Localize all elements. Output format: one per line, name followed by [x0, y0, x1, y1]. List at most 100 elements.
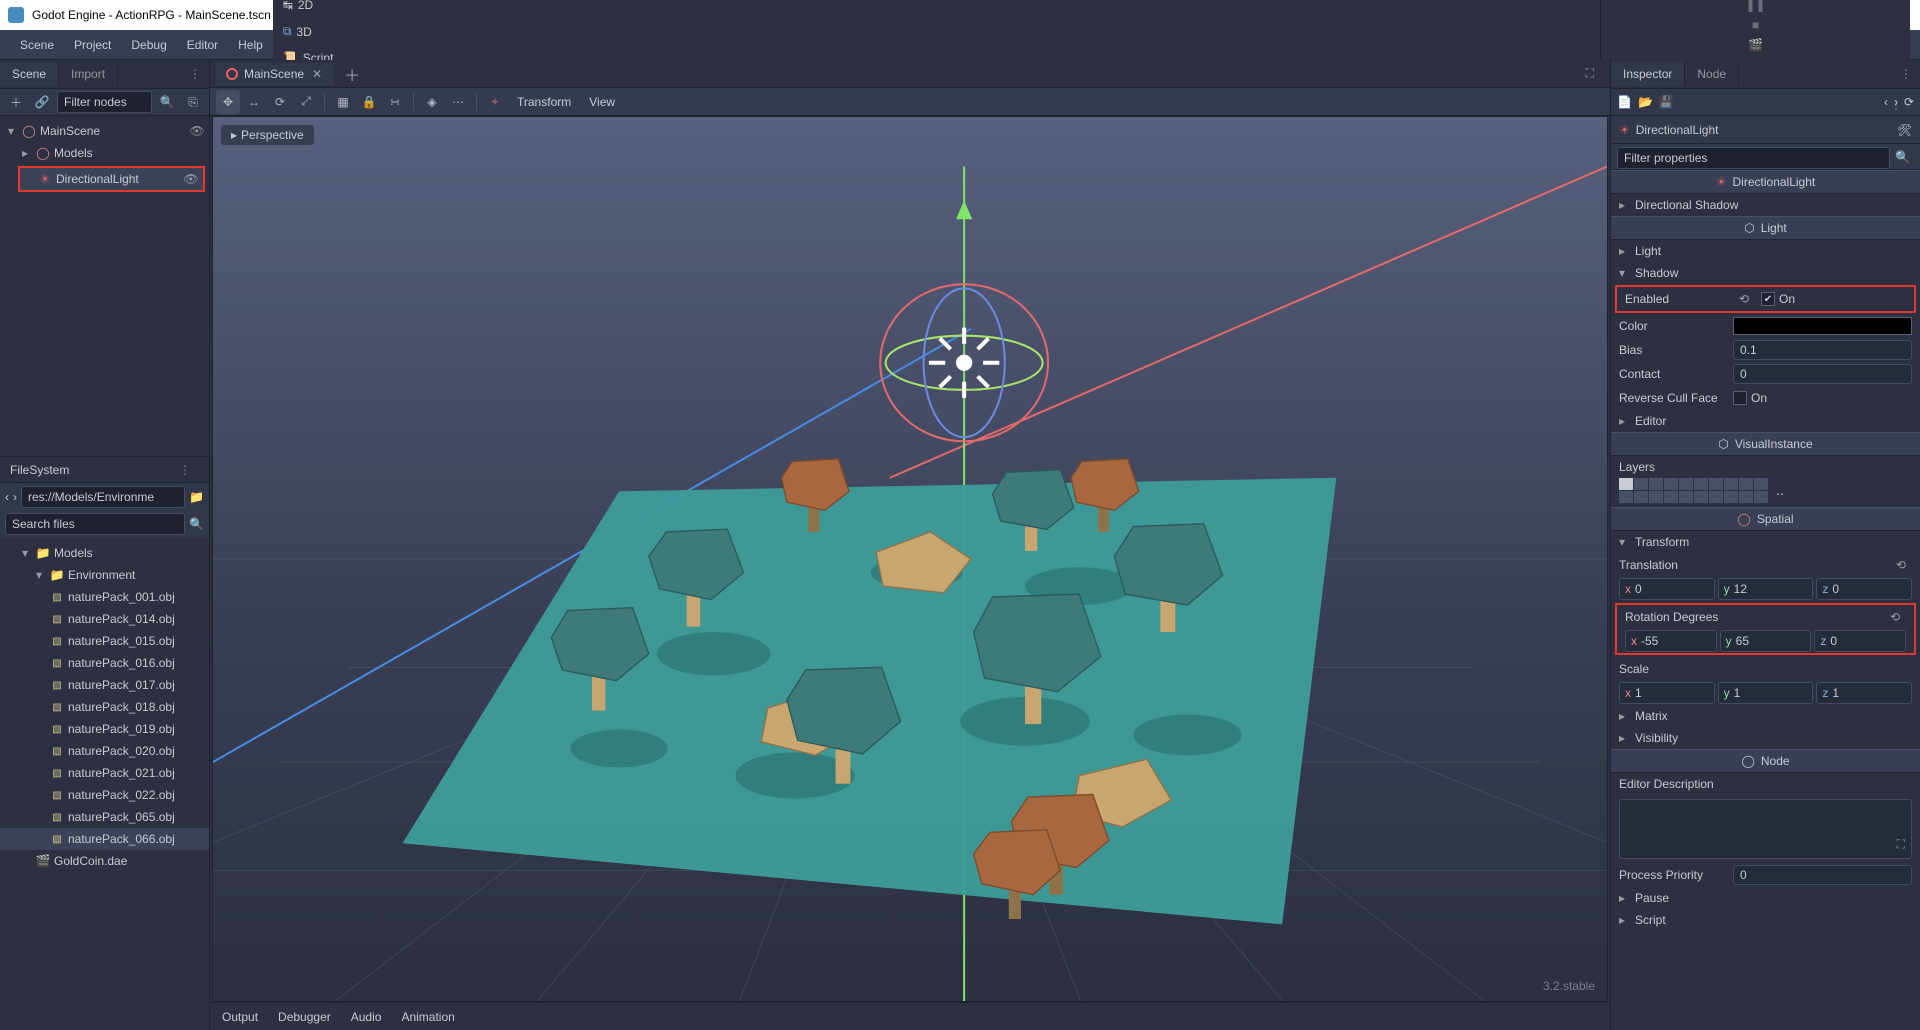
play-scene-button[interactable]: 🎬 [1746, 38, 1766, 52]
camera-preview-button[interactable]: ✦ [483, 90, 507, 114]
add-scene-tab-button[interactable]: ＋ [334, 62, 370, 86]
tab-node[interactable]: Node [1685, 62, 1739, 86]
rotation-y-input[interactable]: y65 [1720, 630, 1812, 652]
fs-file-row[interactable]: naturePack_019.obj [0, 718, 209, 740]
fs-file-row[interactable]: naturePack_020.obj [0, 740, 209, 762]
visibility-icon[interactable]: 👁 [189, 124, 205, 138]
color-swatch[interactable] [1733, 317, 1912, 335]
layers-more-icon[interactable]: ‥ [1776, 484, 1784, 498]
contact-input[interactable]: 0 [1733, 364, 1912, 384]
instance-scene-button[interactable]: 🔗 [31, 91, 53, 113]
inspector-filter-input[interactable]: Filter properties [1617, 147, 1890, 169]
editor-3d-button[interactable]: ⧉ 3D [273, 20, 1600, 43]
view-menu[interactable]: View [581, 95, 623, 109]
bottom-animation-tab[interactable]: Animation [401, 1010, 454, 1024]
menu-debug[interactable]: Debug [121, 34, 176, 56]
category-shadow[interactable]: ▾Shadow [1611, 262, 1920, 284]
visibility-icon[interactable]: 👁 [183, 172, 199, 186]
fs-file-row[interactable]: naturePack_017.obj [0, 674, 209, 696]
menu-scene[interactable]: Scene [10, 34, 64, 56]
tab-inspector[interactable]: Inspector [1611, 62, 1685, 86]
fs-file-row[interactable]: naturePack_016.obj [0, 652, 209, 674]
process-priority-input[interactable]: 0 [1733, 865, 1912, 885]
menu-editor[interactable]: Editor [177, 34, 228, 56]
bias-input[interactable]: 0.1 [1733, 340, 1912, 360]
move-mode-button[interactable]: ↔ [242, 90, 266, 114]
add-node-button[interactable]: ＋ [5, 91, 27, 113]
chevron-down-icon[interactable]: ▾ [32, 568, 46, 582]
fs-search-input[interactable]: Search files [5, 513, 185, 535]
scene-models-row[interactable]: ▸ ◯ Models [0, 142, 209, 164]
scene-root-row[interactable]: ▾ ◯ MainScene 👁 [0, 120, 209, 142]
rotation-x-input[interactable]: x-55 [1625, 630, 1717, 652]
pause-button[interactable]: ❚❚ [1746, 0, 1766, 12]
tab-scene[interactable]: Scene [0, 62, 59, 86]
stop-button[interactable]: ■ [1746, 18, 1766, 32]
snap-options-button[interactable]: ⋯ [446, 90, 470, 114]
chevron-right-icon[interactable]: ▸ [18, 146, 32, 160]
scale-z-input[interactable]: z1 [1816, 682, 1912, 704]
revert-icon[interactable]: ⟲ [1739, 292, 1755, 306]
fs-file-row[interactable]: naturePack_018.obj [0, 696, 209, 718]
tab-import[interactable]: Import [59, 62, 118, 86]
chevron-down-icon[interactable]: ▾ [4, 124, 18, 138]
translation-x-input[interactable]: x0 [1619, 578, 1715, 600]
local-space-button[interactable]: ▦ [331, 90, 355, 114]
inspector-dock-options-icon[interactable]: ⋮ [1892, 67, 1920, 81]
transform-menu[interactable]: Transform [509, 95, 579, 109]
search-icon[interactable]: 🔍 [1891, 147, 1914, 167]
editor-2d-button[interactable]: ↹ 2D [273, 0, 1600, 16]
scale-mode-button[interactable]: ⤢ [294, 90, 318, 114]
chevron-down-icon[interactable]: ▾ [18, 546, 32, 560]
fs-folder-models[interactable]: ▾📁Models [0, 542, 209, 564]
expand-icon[interactable]: ⛶ [1897, 837, 1905, 852]
distraction-free-icon[interactable]: ⛶ [1576, 66, 1604, 81]
category-editor[interactable]: ▸Editor [1611, 410, 1920, 432]
category-script[interactable]: ▸Script [1611, 909, 1920, 931]
select-mode-button[interactable]: ✥ [216, 90, 240, 114]
category-light[interactable]: ▸Light [1611, 240, 1920, 262]
inspector-new-resource-icon[interactable]: 📄 [1617, 95, 1632, 109]
menu-help[interactable]: Help [228, 34, 273, 56]
fs-file-row[interactable]: naturePack_065.obj [0, 806, 209, 828]
translation-z-input[interactable]: z0 [1816, 578, 1912, 600]
scene-filter-input[interactable]: Filter nodes [57, 91, 152, 113]
3d-viewport[interactable]: ▸ Perspective 3.2.stable [212, 116, 1608, 1002]
fs-file-row[interactable]: naturePack_001.obj [0, 586, 209, 608]
editor-description-input[interactable]: ⛶ [1619, 799, 1912, 859]
category-directional-shadow[interactable]: ▸Directional Shadow [1611, 194, 1920, 216]
fs-back-button[interactable]: ‹ [5, 490, 9, 504]
revert-icon[interactable]: ⟲ [1896, 558, 1912, 572]
rotate-mode-button[interactable]: ⟳ [268, 90, 292, 114]
enabled-checkbox[interactable]: ✔ [1761, 292, 1775, 306]
inspector-tool-icon[interactable]: 🛠 [1897, 123, 1912, 137]
filesystem-options-icon[interactable]: ⋮ [171, 463, 199, 477]
lock-button[interactable]: 🔒 [357, 90, 381, 114]
fs-file-goldcoin[interactable]: 🎬GoldCoin.dae [0, 850, 209, 872]
layers-grid[interactable] [1619, 478, 1768, 503]
scene-search-icon[interactable]: 🔍 [156, 91, 178, 113]
scale-x-input[interactable]: x1 [1619, 682, 1715, 704]
fs-forward-button[interactable]: › [13, 490, 17, 504]
fs-file-row[interactable]: naturePack_066.obj [0, 828, 209, 850]
search-icon[interactable]: 🔍 [189, 517, 204, 531]
rotation-z-input[interactable]: z0 [1814, 630, 1906, 652]
inspector-load-resource-icon[interactable]: 📂 [1638, 95, 1653, 109]
menu-project[interactable]: Project [64, 34, 121, 56]
fs-file-row[interactable]: naturePack_021.obj [0, 762, 209, 784]
category-transform[interactable]: ▾Transform [1611, 531, 1920, 553]
fs-path-input[interactable]: res://Models/Environme [21, 486, 185, 508]
fs-folder-icon[interactable]: 📁 [189, 490, 204, 504]
translation-y-input[interactable]: y12 [1718, 578, 1814, 600]
snap-button[interactable]: ◈ [420, 90, 444, 114]
category-matrix[interactable]: ▸Matrix [1611, 705, 1920, 727]
scene-dock-options-icon[interactable]: ⋮ [181, 67, 209, 81]
close-tab-icon[interactable]: ✕ [310, 67, 324, 81]
revert-icon[interactable]: ⟲ [1890, 610, 1906, 624]
group-button[interactable]: ∺ [383, 90, 407, 114]
topbar-more-icon[interactable]: ⋮ [1882, 98, 1910, 112]
bottom-audio-tab[interactable]: Audio [351, 1010, 382, 1024]
perspective-selector[interactable]: ▸ Perspective [221, 125, 314, 145]
bottom-output-tab[interactable]: Output [222, 1010, 258, 1024]
scene-tab-mainscene[interactable]: MainScene ✕ [216, 63, 334, 85]
